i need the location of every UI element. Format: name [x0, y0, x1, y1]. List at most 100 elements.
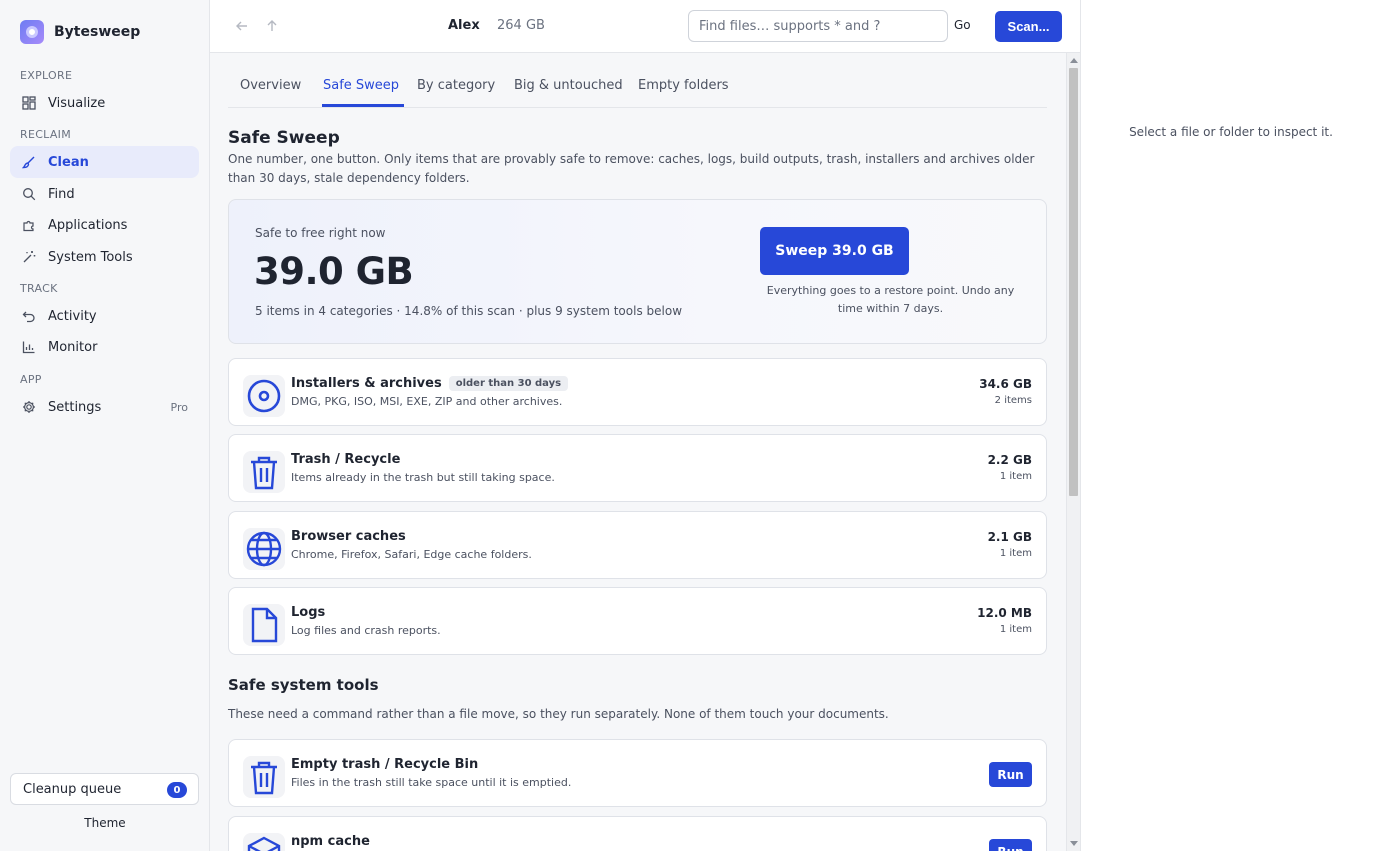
section-label-explore: EXPLORE	[20, 69, 73, 82]
category-title: Installers & archives older than 30 days	[291, 376, 569, 391]
section-label-app: APP	[20, 373, 42, 386]
tab-big-untouched[interactable]: Big & untouched	[514, 78, 623, 93]
sidebar-item-label: Find	[48, 186, 75, 202]
pro-badge: Pro	[170, 400, 188, 414]
category-card-logs[interactable]: Logs Log files and crash reports. 12.0 M…	[228, 587, 1047, 655]
sidebar-item-activity[interactable]: Activity	[10, 300, 199, 332]
section-label-track: TRACK	[20, 282, 58, 295]
grid-icon	[22, 96, 36, 110]
tool-card-empty-trash: Empty trash / Recycle Bin Files in the t…	[228, 739, 1047, 807]
category-count: 1 item	[999, 624, 1032, 635]
sidebar-item-system-tools[interactable]: System Tools	[10, 241, 199, 273]
sidebar-item-label: Visualize	[48, 95, 106, 111]
main-content: Overview Safe Sweep By category Big & un…	[210, 53, 1080, 851]
disk-size: 264 GB	[497, 18, 545, 33]
tab-empty-folders[interactable]: Empty folders	[638, 78, 729, 93]
gear-icon	[22, 400, 36, 414]
category-title-text: Installers & archives	[291, 376, 442, 391]
main-scrollbar[interactable]	[1066, 53, 1080, 851]
age-tag: older than 30 days	[448, 376, 569, 391]
scan-button[interactable]: Scan...	[995, 11, 1062, 42]
category-card-trash[interactable]: Trash / Recycle Items already in the tra…	[228, 434, 1047, 502]
sidebar-item-label: Clean	[48, 154, 89, 170]
app-name: Bytesweep	[54, 24, 141, 40]
category-title: Logs	[291, 605, 326, 620]
up-arrow-icon[interactable]	[264, 18, 280, 34]
tool-title: Empty trash / Recycle Bin	[291, 757, 479, 772]
undo-icon	[22, 309, 36, 323]
scroll-up-arrow-icon[interactable]	[1070, 58, 1078, 63]
tab-bar: Overview Safe Sweep By category Big & un…	[228, 53, 1047, 108]
tool-subtitle: Files in the trash still take space unti…	[291, 776, 572, 789]
category-size: 34.6 GB	[979, 377, 1032, 391]
sidebar-item-applications[interactable]: Applications	[10, 209, 199, 241]
tab-overview[interactable]: Overview	[240, 78, 301, 93]
package-icon	[243, 833, 285, 851]
page-description: One number, one button. Only items that …	[228, 152, 1035, 185]
summary-meta: 5 items in 4 categories · 14.8% of this …	[255, 304, 683, 318]
app-logo-icon	[20, 20, 44, 44]
summary-label: Safe to free right now	[255, 226, 386, 240]
category-subtitle: Chrome, Firefox, Safari, Edge cache fold…	[291, 548, 532, 561]
scrollbar-thumb[interactable]	[1069, 68, 1078, 496]
category-title: Browser caches	[291, 529, 406, 544]
category-card-installers[interactable]: Installers & archives older than 30 days …	[228, 358, 1047, 426]
user-name: Alex	[448, 18, 480, 33]
globe-icon	[243, 528, 285, 570]
category-count: 1 item	[999, 471, 1032, 482]
sidebar-item-clean[interactable]: Clean	[10, 146, 199, 178]
search-input[interactable]	[688, 10, 948, 42]
run-button[interactable]: Run	[989, 839, 1032, 851]
section-label-reclaim: RECLAIM	[20, 128, 72, 141]
cleanup-queue-label: Cleanup queue	[23, 781, 122, 797]
cleanup-queue-button[interactable]: Cleanup queue 0	[10, 773, 199, 805]
sidebar-item-label: Activity	[48, 308, 97, 324]
safe-sweep-summary: Safe to free right now 39.0 GB 5 items i…	[228, 199, 1047, 344]
sidebar-item-label: Settings	[48, 399, 102, 415]
category-subtitle: Items already in the trash but still tak…	[291, 471, 555, 484]
go-button[interactable]: Go	[954, 18, 971, 32]
category-card-browser-caches[interactable]: Browser caches Chrome, Firefox, Safari, …	[228, 511, 1047, 579]
summary-amount: 39.0 GB	[254, 250, 414, 293]
topbar: Alex 264 GB Go Scan...	[210, 0, 1080, 53]
tool-card-npm-cache: npm cache Run	[228, 816, 1047, 851]
brush-icon	[22, 155, 36, 169]
page-title: Safe Sweep	[228, 128, 340, 148]
theme-toggle[interactable]: Theme	[0, 816, 210, 830]
trash-icon	[243, 451, 285, 493]
back-arrow-icon[interactable]	[234, 18, 250, 34]
category-subtitle: Log files and crash reports.	[291, 624, 441, 637]
wand-icon	[22, 250, 36, 264]
puzzle-icon	[22, 218, 36, 232]
run-button[interactable]: Run	[989, 762, 1032, 787]
sidebar-item-label: Applications	[48, 217, 128, 233]
category-subtitle: DMG, PKG, ISO, MSI, EXE, ZIP and other a…	[291, 395, 563, 408]
inspector-hint: Select a file or folder to inspect it.	[1129, 125, 1333, 139]
sidebar-item-settings[interactable]: Settings Pro	[10, 391, 199, 423]
sidebar: Bytesweep EXPLORE Visualize RECLAIM Clea…	[0, 0, 210, 851]
system-tools-title: Safe system tools	[228, 676, 379, 694]
sidebar-item-label: System Tools	[48, 249, 133, 265]
cleanup-queue-count: 0	[167, 782, 187, 798]
tab-by-category[interactable]: By category	[417, 78, 495, 93]
brand: Bytesweep	[20, 20, 140, 44]
category-size: 2.1 GB	[987, 530, 1032, 544]
category-size: 2.2 GB	[987, 453, 1032, 467]
category-count: 2 items	[994, 395, 1032, 406]
disc-icon	[243, 375, 285, 417]
tab-safe-sweep[interactable]: Safe Sweep	[323, 78, 399, 93]
active-tab-indicator	[322, 104, 404, 107]
sidebar-item-label: Monitor	[48, 339, 98, 355]
trash-icon	[243, 756, 285, 798]
sidebar-item-visualize[interactable]: Visualize	[10, 87, 199, 119]
category-size: 12.0 MB	[977, 606, 1032, 620]
sweep-button[interactable]: Sweep 39.0 GB	[760, 227, 909, 275]
scroll-down-arrow-icon[interactable]	[1070, 841, 1078, 846]
category-title: Trash / Recycle	[291, 452, 401, 467]
sidebar-item-find[interactable]: Find	[10, 178, 199, 210]
sidebar-item-monitor[interactable]: Monitor	[10, 331, 199, 363]
search-icon	[22, 187, 36, 201]
file-icon	[243, 604, 285, 646]
bar-chart-icon	[22, 340, 36, 354]
restore-note: Everything goes to a restore point. Undo…	[766, 284, 1015, 315]
